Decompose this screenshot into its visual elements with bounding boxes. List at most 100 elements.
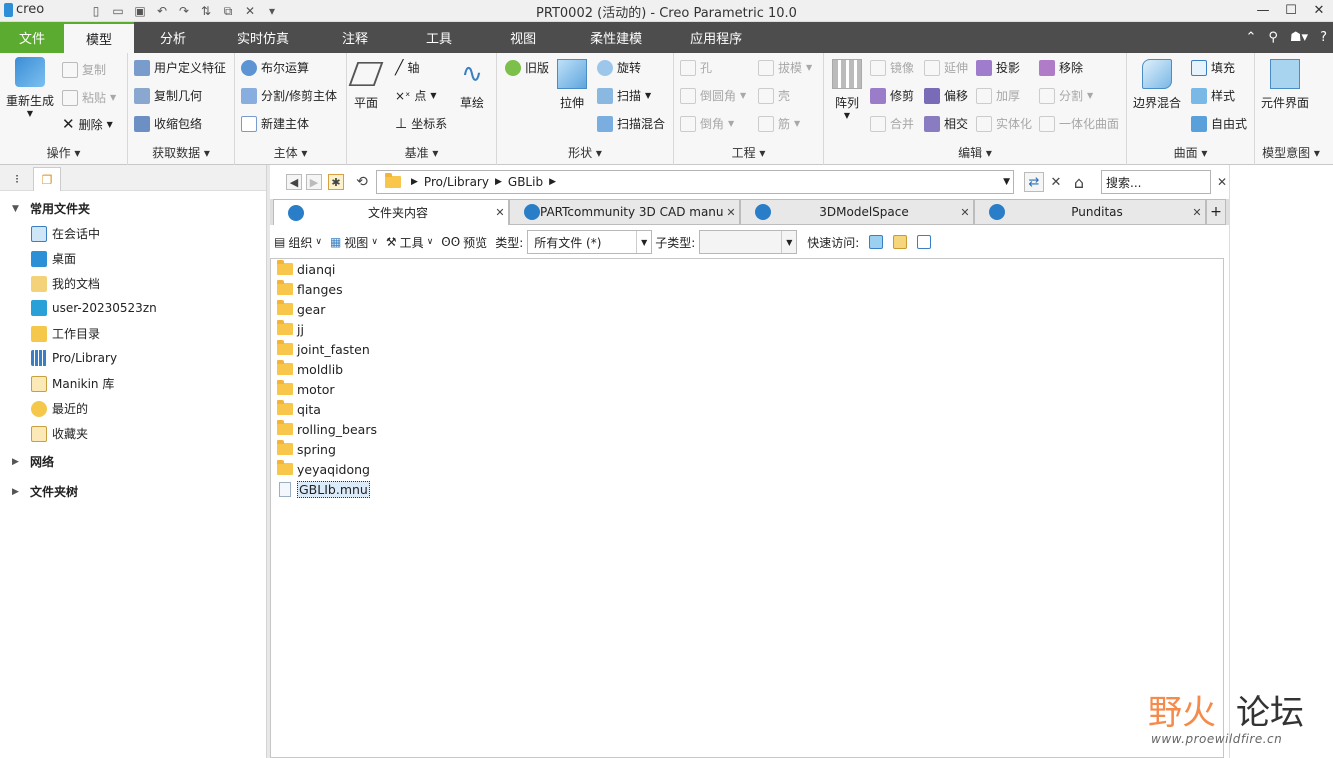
subtype-select[interactable]: ▼ <box>699 230 798 254</box>
group-title[interactable]: 操作 ▾ <box>0 144 127 161</box>
udf-button[interactable]: 用户定义特征 <box>134 59 226 76</box>
tab-3dmodelspace[interactable]: 3DModelSpace ✕ <box>740 199 974 225</box>
quick-access-desktop-icon[interactable] <box>869 235 884 249</box>
nav-desktop[interactable]: 桌面 <box>31 250 76 267</box>
list-item[interactable]: motor <box>277 380 335 398</box>
list-item[interactable]: jj <box>277 320 304 338</box>
nav-pro-library[interactable]: Pro/Library <box>31 350 117 366</box>
nav-computer[interactable]: user-20230523zn <box>31 300 157 316</box>
close-window-icon[interactable]: ✕ <box>240 2 260 20</box>
tab-folder-contents[interactable]: 文件夹内容 ✕ <box>273 199 509 225</box>
close-tab-icon[interactable]: ✕ <box>957 206 973 219</box>
draft-button[interactable]: 拔模 ▼ <box>758 59 812 76</box>
tab-annotate[interactable]: 注释 <box>314 22 396 53</box>
sweep-button[interactable]: 扫描 ▼ <box>597 87 651 104</box>
delete-button[interactable]: ✕ 删除 ▼ <box>62 115 113 133</box>
maximize-icon[interactable]: ☐ <box>1277 0 1305 20</box>
save-icon[interactable]: ▣ <box>130 2 150 20</box>
project-button[interactable]: 投影 <box>976 59 1020 76</box>
quick-access-workdir-icon[interactable] <box>917 235 932 249</box>
search-icon[interactable]: ⚲ <box>1268 30 1278 45</box>
unify-surfaces-button[interactable]: 一体化曲面 <box>1039 115 1119 132</box>
network-section[interactable]: ▶ 网络 <box>12 453 54 470</box>
list-item[interactable]: spring <box>277 440 336 458</box>
component-interface-button[interactable]: 元件界面 <box>1261 59 1309 111</box>
list-item[interactable]: flanges <box>277 280 343 298</box>
tools-menu[interactable]: ⚒ 工具 ∨ <box>386 234 433 251</box>
collapse-ribbon-icon[interactable]: ⌃ <box>1245 30 1256 45</box>
undo-icon[interactable]: ↶ <box>152 2 172 20</box>
history-icon[interactable]: ⟲ <box>354 174 370 190</box>
group-title[interactable]: 形状 ▾ <box>497 144 673 161</box>
window-icon[interactable]: ⧉ <box>218 2 238 20</box>
shrinkwrap-button[interactable]: 收缩包络 <box>134 115 202 132</box>
group-title[interactable]: 曲面 ▾ <box>1127 144 1254 161</box>
plane-button[interactable]: 平面 <box>348 59 384 111</box>
boundary-blend-button[interactable]: 边界混合 <box>1133 59 1181 111</box>
round-button[interactable]: 倒圆角 ▼ <box>680 87 746 104</box>
pattern-button[interactable]: 阵列 ▼ <box>832 59 862 120</box>
extrude-button[interactable]: 拉伸 <box>557 59 587 111</box>
nav-recent[interactable]: 最近的 <box>31 400 88 417</box>
intersect-button[interactable]: 相交 <box>924 115 968 132</box>
split-button[interactable]: 分割 ▼ <box>1039 87 1093 104</box>
customize-icon[interactable]: ▾ <box>262 2 282 20</box>
thicken-button[interactable]: 加厚 <box>976 87 1020 104</box>
nav-favorites[interactable]: 收藏夹 <box>31 425 88 442</box>
help-icon[interactable]: ? <box>1320 30 1327 45</box>
group-title[interactable]: 模型意图 ▾ <box>1255 144 1327 161</box>
solidify-button[interactable]: 实体化 <box>976 115 1032 132</box>
style-button[interactable]: 样式 <box>1191 87 1235 104</box>
mirror-button[interactable]: 镜像 <box>870 59 914 76</box>
organize-menu[interactable]: ▤ 组织 ∨ <box>274 234 322 251</box>
tab-model[interactable]: 模型 <box>64 22 134 53</box>
search-input[interactable]: 搜索... <box>1101 170 1211 194</box>
address-field[interactable]: ▶ Pro/Library ▶ GBLib ▶ ▼ <box>376 170 1014 194</box>
tab-flexible-modeling[interactable]: 柔性建模 <box>564 22 668 53</box>
offset-button[interactable]: 偏移 <box>924 87 968 104</box>
list-item[interactable]: yeyaqidong <box>277 460 370 478</box>
preview-button[interactable]: ʘʘ 预览 <box>441 234 487 251</box>
list-item[interactable]: moldlib <box>277 360 343 378</box>
open-folder-icon[interactable]: ▭ <box>108 2 128 20</box>
new-file-icon[interactable]: ▯ <box>86 2 106 20</box>
close-tab-icon[interactable]: ✕ <box>492 206 508 219</box>
split-trim-body-button[interactable]: 分割/修剪主体 <box>241 87 337 104</box>
copy-button[interactable]: 复制 <box>62 61 106 78</box>
path-dropdown-icon[interactable]: ▼ <box>1003 177 1010 187</box>
freestyle-button[interactable]: 自由式 <box>1191 115 1247 132</box>
group-title[interactable]: 编辑 ▾ <box>824 144 1126 161</box>
list-item[interactable]: dianqi <box>277 260 335 278</box>
trim-button[interactable]: 修剪 <box>870 87 914 104</box>
path-segment-gblib[interactable]: GBLib <box>508 175 543 189</box>
paste-button[interactable]: 粘贴 ▼ <box>62 89 116 106</box>
group-title[interactable]: 基准 ▾ <box>347 144 496 161</box>
regenerate-button[interactable]: 重新生成 ▼ <box>6 57 54 118</box>
community-icon[interactable]: ☗▾ <box>1290 30 1308 45</box>
tab-applications[interactable]: 应用程序 <box>668 22 764 53</box>
tab-analysis[interactable]: 分析 <box>134 22 212 53</box>
fill-button[interactable]: 填充 <box>1191 59 1235 76</box>
model-tree-tab-icon[interactable]: ⁝ <box>3 167 31 191</box>
nav-in-session[interactable]: 在会话中 <box>31 225 100 242</box>
type-select[interactable]: 所有文件 (*) ▼ <box>527 230 653 254</box>
csys-button[interactable]: ⊥ 坐标系 <box>395 115 447 132</box>
back-icon[interactable]: ◀ <box>286 174 302 190</box>
close-tab-icon[interactable]: ✕ <box>723 206 739 219</box>
revolve-button[interactable]: 旋转 <box>597 59 641 76</box>
nav-manikin-library[interactable]: Manikin 库 <box>31 375 114 392</box>
new-folder-icon[interactable]: ✱ <box>328 174 344 190</box>
list-item[interactable]: qita <box>277 400 321 418</box>
close-browser-icon[interactable]: ✕ <box>1214 174 1230 190</box>
nav-working-directory[interactable]: 工作目录 <box>31 325 100 342</box>
swept-blend-button[interactable]: 扫描混合 <box>597 115 665 132</box>
view-menu[interactable]: ▦ 视图 ∨ <box>330 234 378 251</box>
tab-punditas[interactable]: Punditas ✕ <box>974 199 1206 225</box>
folder-tree-section[interactable]: ▶ 文件夹树 <box>12 483 78 500</box>
tab-tools[interactable]: 工具 <box>396 22 482 53</box>
new-tab-icon[interactable]: + <box>1206 199 1226 225</box>
minimize-icon[interactable]: — <box>1249 0 1277 20</box>
new-body-button[interactable]: 新建主体 <box>241 115 309 132</box>
chamfer-button[interactable]: 倒角 ▼ <box>680 115 734 132</box>
favorites-section[interactable]: ▼ 常用文件夹 <box>12 200 90 217</box>
